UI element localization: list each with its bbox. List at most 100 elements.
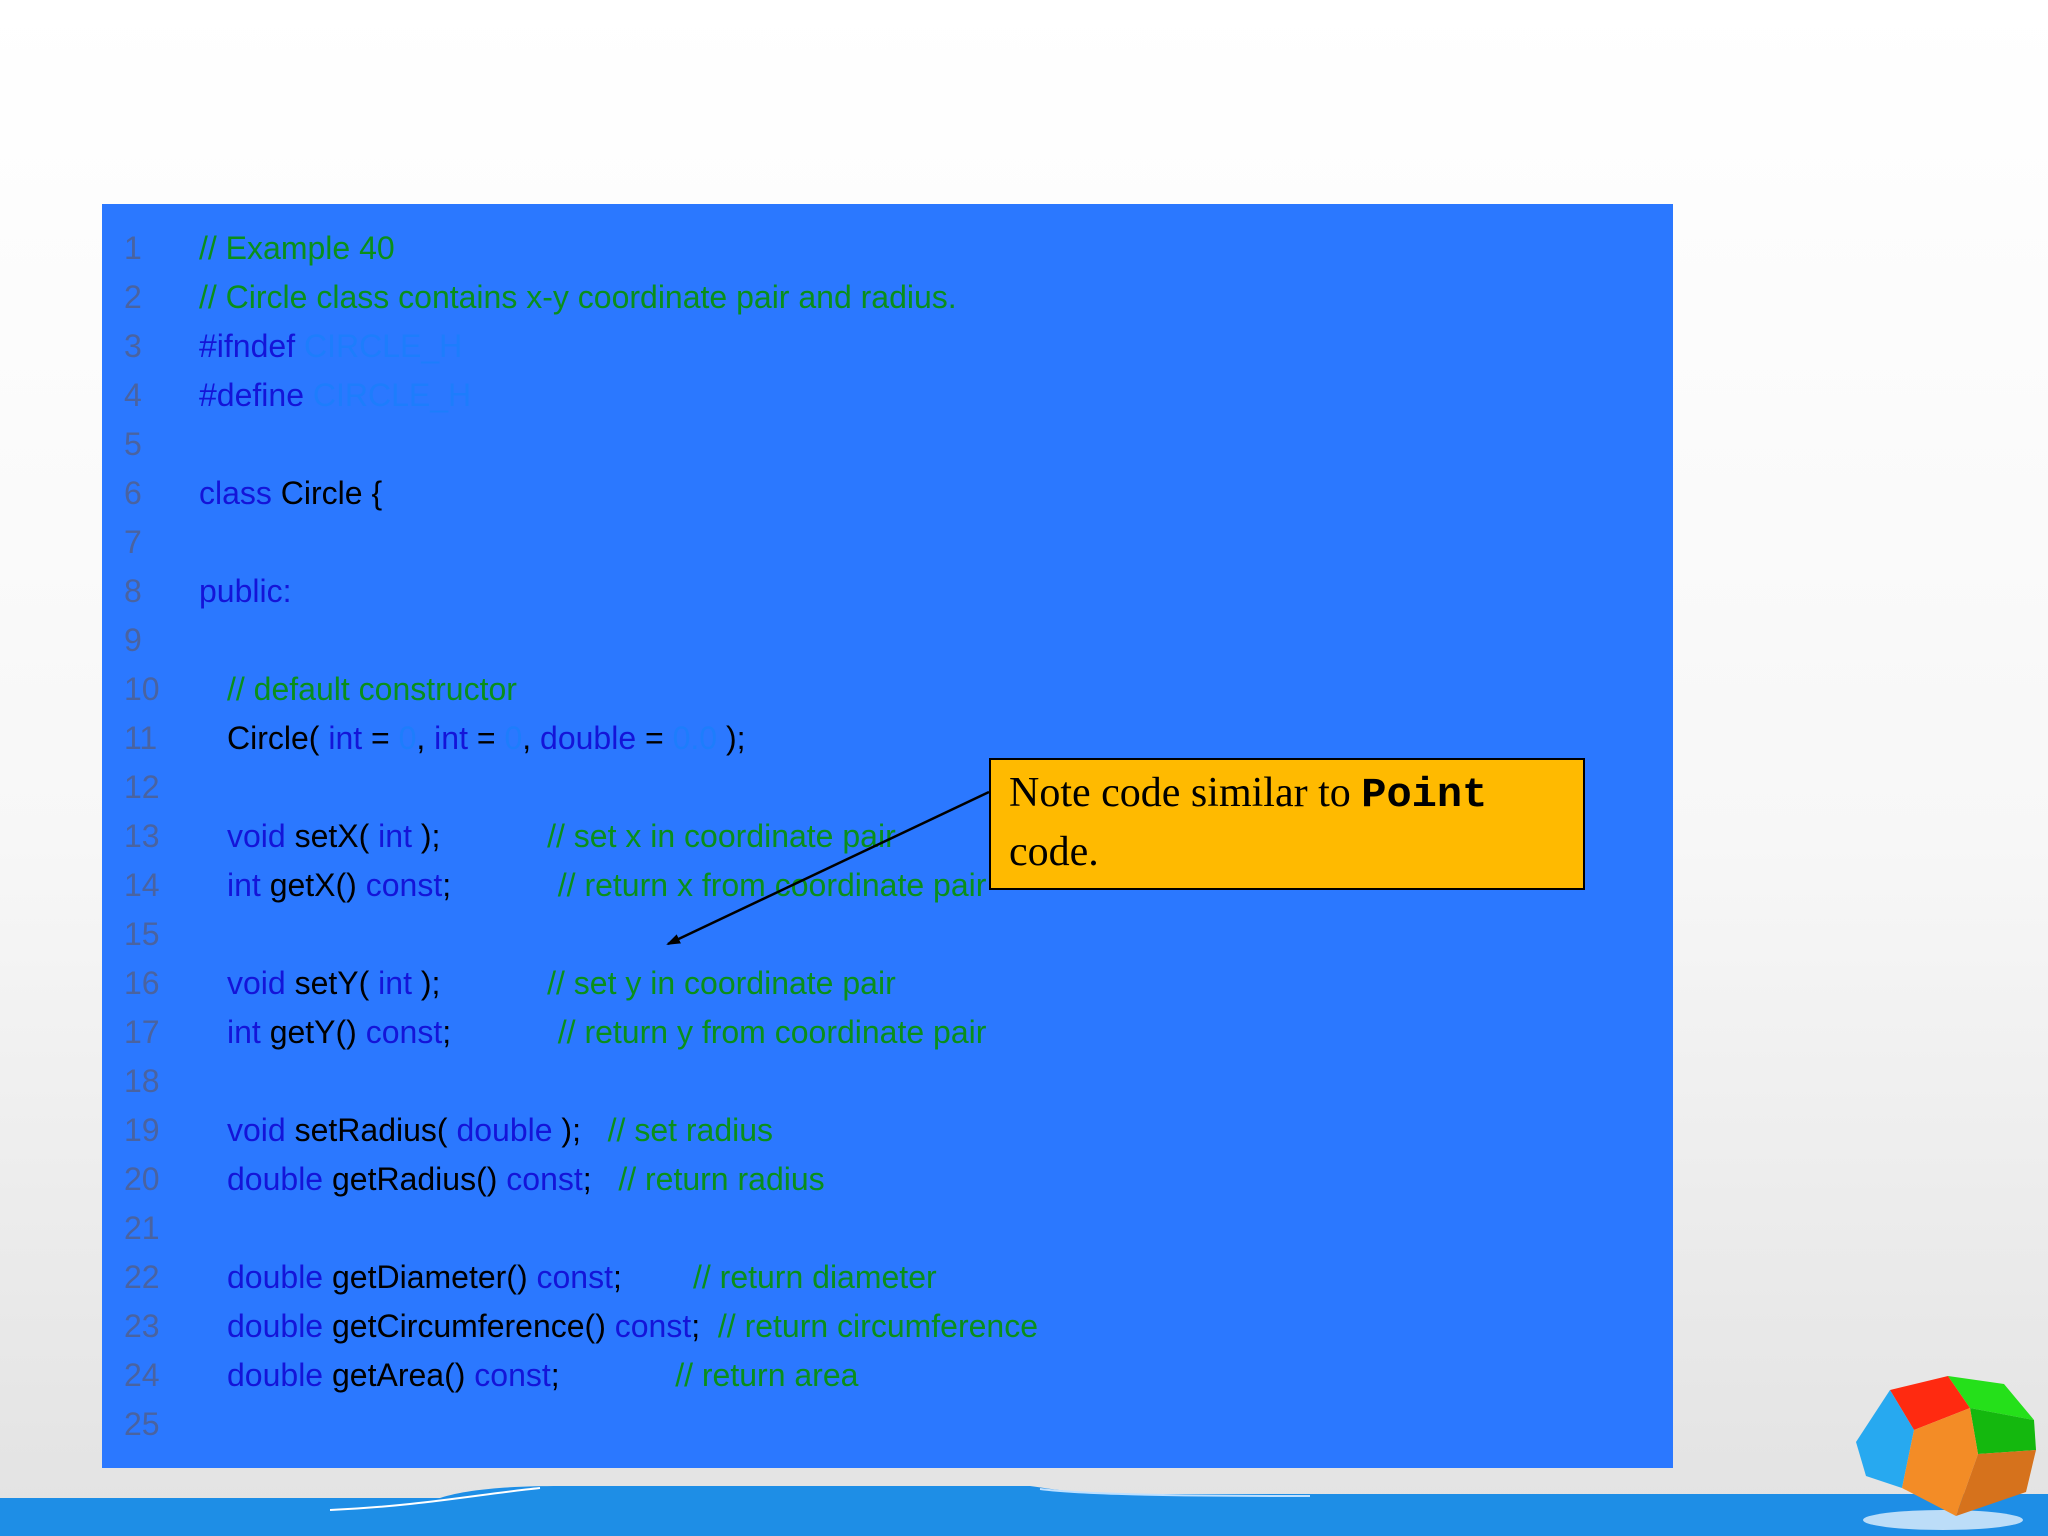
- line-number: 3: [124, 328, 142, 364]
- code-token-id: getX(): [269, 867, 366, 903]
- code-text: void setX( int ); // set x in coordinate…: [199, 812, 896, 861]
- code-token-id: );: [411, 965, 548, 1001]
- colored-cube-icon: [1856, 1376, 2036, 1530]
- code-token-num: 0: [504, 720, 523, 756]
- code-text: double getCircumference() const; // retu…: [199, 1302, 1038, 1351]
- code-token-id: ;: [442, 867, 558, 903]
- code-token-kw: const: [365, 1014, 443, 1050]
- code-token-kw: int: [227, 1014, 270, 1050]
- code-text: double getRadius() const; // return radi…: [199, 1155, 825, 1204]
- code-token-kw: class: [199, 475, 281, 511]
- code-token-id: getY(): [269, 1014, 366, 1050]
- code-token-kw: double: [456, 1112, 553, 1148]
- code-token-num: CIRCLE_H: [303, 328, 463, 364]
- note-callout: Note code similar to Point code.: [989, 758, 1585, 890]
- line-number: 20: [124, 1161, 160, 1197]
- code-line: 10 // default constructor: [102, 665, 1673, 714]
- code-token-kw: double: [540, 720, 637, 756]
- code-token-kw: int: [434, 720, 468, 756]
- code-line: 5: [102, 420, 1673, 469]
- code-line: 16 void setY( int ); // set y in coordina…: [102, 959, 1673, 1008]
- code-token-id: );: [717, 720, 746, 756]
- note-text: Note code similar to: [1009, 770, 1362, 816]
- code-token-comment: // return circumference: [717, 1308, 1038, 1344]
- code-token-id: Circle(: [227, 720, 329, 756]
- code-line: 20 double getRadius() const; // return ra…: [102, 1155, 1673, 1204]
- code-token-kw: const: [506, 1161, 583, 1197]
- code-line: 22 double getDiameter() const; // return …: [102, 1253, 1673, 1302]
- line-number: 11: [124, 720, 158, 756]
- code-token-kw: int: [328, 720, 363, 756]
- line-number: 12: [124, 769, 160, 805]
- note-text-end: code.: [1009, 829, 1099, 875]
- code-token-comment: // set x in coordinate pair: [547, 818, 896, 854]
- code-token-id: ;: [612, 1259, 693, 1295]
- line-number: 14: [124, 867, 160, 903]
- code-token-num: 0.0: [672, 720, 718, 756]
- line-number: 24: [124, 1357, 160, 1393]
- code-token-kw: void: [227, 818, 295, 854]
- line-number: 5: [124, 426, 142, 462]
- code-token-id: setY(: [294, 965, 379, 1001]
- code-token-id: );: [411, 818, 548, 854]
- code-token-id: =: [636, 720, 673, 756]
- line-number: 2: [124, 279, 142, 315]
- wave-footer: [0, 1486, 2048, 1536]
- code-text: int getY() const; // return y from coord…: [199, 1008, 986, 1057]
- code-token-kw: double: [227, 1357, 332, 1393]
- code-token-comment: // return x from coordinate pair: [557, 867, 987, 903]
- code-token-id: =: [467, 720, 505, 756]
- line-number: 19: [124, 1112, 160, 1148]
- code-token-kw: double: [227, 1161, 332, 1197]
- code-line: 25: [102, 1400, 1673, 1449]
- code-token-id: ;: [582, 1161, 619, 1197]
- code-line: 18: [102, 1057, 1673, 1106]
- line-number: 9: [124, 622, 142, 658]
- code-line: 21: [102, 1204, 1673, 1253]
- code-line: 4 #define CIRCLE_H: [102, 371, 1673, 420]
- code-token-kw: public:: [199, 573, 292, 609]
- code-token-comment: // return radius: [618, 1161, 825, 1197]
- code-token-comment: // return area: [675, 1357, 859, 1393]
- code-line: 8 public:: [102, 567, 1673, 616]
- line-number: 25: [124, 1406, 160, 1442]
- code-token-comment: // Circle class contains x-y coordinate …: [199, 279, 957, 315]
- line-number: 17: [124, 1014, 160, 1050]
- line-number: 6: [124, 475, 142, 511]
- code-token-id: setX(: [294, 818, 379, 854]
- code-line: 2 // Circle class contains x-y coordinate…: [102, 273, 1673, 322]
- code-token-kw: int: [378, 965, 412, 1001]
- code-token-kw: double: [227, 1308, 332, 1344]
- code-text: double getDiameter() const; // return di…: [199, 1253, 937, 1302]
- line-number: 4: [124, 377, 142, 413]
- code-token-kw: const: [365, 867, 443, 903]
- code-token-id: ,: [416, 720, 435, 756]
- code-token-id: ,: [522, 720, 541, 756]
- code-token-comment: // set y in coordinate pair: [547, 965, 896, 1001]
- code-token-id: ;: [550, 1357, 676, 1393]
- code-text: // Example 40: [199, 224, 395, 273]
- line-number: 13: [124, 818, 160, 854]
- line-number: 7: [124, 524, 142, 560]
- code-line: 19 void setRadius( double ); // set radiu…: [102, 1106, 1673, 1155]
- code-token-id: ;: [691, 1308, 718, 1344]
- slide: 1 // Example 40 2 // Circle class contains …: [0, 0, 2048, 1536]
- line-number: 16: [124, 965, 160, 1001]
- code-line: 15: [102, 910, 1673, 959]
- line-number: 23: [124, 1308, 160, 1344]
- code-text: void setRadius( double ); // set radius: [199, 1106, 773, 1155]
- code-text: void setY( int ); // set y in coordinate…: [199, 959, 896, 1008]
- code-token-kw: const: [536, 1259, 613, 1295]
- code-token-id: getCircumference(): [331, 1308, 615, 1344]
- code-token-comment: // set radius: [607, 1112, 774, 1148]
- code-text: double getArea() const; // return area: [199, 1351, 858, 1400]
- code-token-comment: // Example 40: [199, 230, 395, 266]
- code-line: 3 #ifndef CIRCLE_H: [102, 322, 1673, 371]
- code-token-id: setRadius(: [294, 1112, 457, 1148]
- code-token-kw: double: [227, 1259, 332, 1295]
- code-text: // default constructor: [199, 665, 517, 714]
- code-token-id: getArea(): [331, 1357, 475, 1393]
- code-line: 9: [102, 616, 1673, 665]
- code-line: 23 double getCircumference() const; // re…: [102, 1302, 1673, 1351]
- code-text: Circle( int = 0, int = 0, double = 0.0 )…: [199, 714, 746, 763]
